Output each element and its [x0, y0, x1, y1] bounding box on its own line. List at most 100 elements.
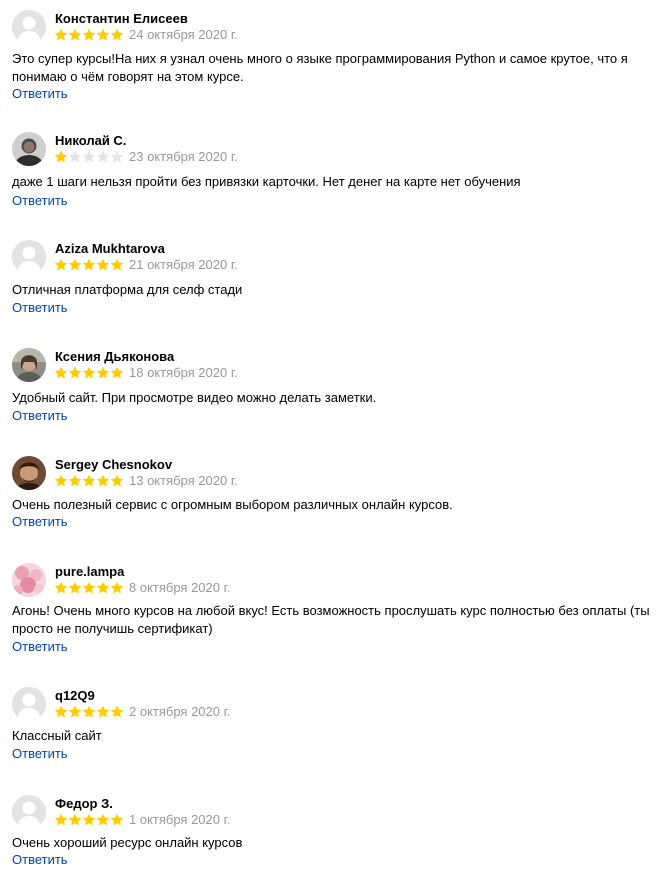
review-date: 21 октября 2020 г.: [129, 257, 238, 272]
review-meta: 24 октября 2020 г.: [54, 28, 238, 42]
star-filled-icon: [54, 150, 68, 164]
star-filled-icon: [82, 258, 96, 272]
review-meta: 2 октября 2020 г.: [54, 705, 230, 719]
star-empty-icon: [82, 150, 96, 164]
reviews-list: Константин Елисеев 24 октября 2020 г. Эт…: [0, 0, 669, 886]
review-author[interactable]: q12Q9: [55, 688, 95, 704]
star-empty-icon: [110, 150, 124, 164]
review-author[interactable]: Ксения Дьяконова: [55, 349, 174, 365]
default-avatar-icon[interactable]: [12, 795, 46, 829]
review-item: Sergey Chesnokov 13 октября 2020 г. Очен…: [12, 456, 657, 536]
review-text: Это супер курсы!На них я узнал очень мно…: [12, 51, 628, 84]
star-filled-icon: [96, 366, 110, 380]
reply-link[interactable]: Ответить: [12, 639, 68, 655]
star-filled-icon: [110, 474, 124, 488]
review-text: Очень полезный сервис с огромным выбором…: [12, 497, 453, 512]
star-filled-icon: [54, 705, 68, 719]
review-meta: 18 октября 2020 г.: [54, 366, 238, 380]
star-filled-icon: [68, 581, 82, 595]
rating-stars: [54, 258, 124, 272]
review-date: 23 октября 2020 г.: [129, 149, 238, 164]
review-item: Aziza Mukhtarova 21 октября 2020 г. Отли…: [12, 240, 657, 320]
review-text: Агонь! Очень много курсов на любой вкус!…: [12, 603, 650, 636]
rating-stars: [54, 28, 124, 42]
rating-stars: [54, 366, 124, 380]
default-avatar-icon[interactable]: [12, 10, 46, 44]
star-filled-icon: [96, 705, 110, 719]
review-date: 13 октября 2020 г.: [129, 473, 238, 488]
star-filled-icon: [82, 28, 96, 42]
star-filled-icon: [82, 474, 96, 488]
star-filled-icon: [82, 581, 96, 595]
star-filled-icon: [54, 258, 68, 272]
star-filled-icon: [54, 28, 68, 42]
review-date: 8 октября 2020 г.: [129, 580, 231, 595]
review-item: Федор З. 1 октября 2020 г. Очень хороший…: [12, 795, 657, 875]
review-text: Удобный сайт. При просмотре видео можно …: [12, 390, 377, 405]
review-item: Константин Елисеев 24 октября 2020 г. Эт…: [12, 10, 657, 105]
review-item: Ксения Дьяконова 18 октября 2020 г. Удоб…: [12, 348, 657, 428]
star-filled-icon: [82, 813, 96, 827]
review-item: pure.lampa 8 октября 2020 г. Агонь! Очен…: [12, 563, 657, 658]
star-filled-icon: [68, 366, 82, 380]
star-filled-icon: [96, 813, 110, 827]
rating-stars: [54, 150, 124, 164]
review-author[interactable]: Николай С.: [55, 133, 126, 149]
reply-link[interactable]: Ответить: [12, 408, 68, 424]
review-meta: 23 октября 2020 г.: [54, 150, 238, 164]
reply-link[interactable]: Ответить: [12, 852, 68, 868]
star-filled-icon: [68, 258, 82, 272]
rating-stars: [54, 474, 124, 488]
star-filled-icon: [54, 474, 68, 488]
review-text: Отличная платформа для селф стади: [12, 282, 243, 297]
star-filled-icon: [110, 705, 124, 719]
reply-link[interactable]: Ответить: [12, 86, 68, 102]
review-author[interactable]: pure.lampa: [55, 564, 124, 580]
review-text: Классный сайт: [12, 728, 102, 743]
review-meta: 21 октября 2020 г.: [54, 258, 238, 272]
star-filled-icon: [68, 474, 82, 488]
star-filled-icon: [96, 474, 110, 488]
star-empty-icon: [96, 150, 110, 164]
star-filled-icon: [110, 366, 124, 380]
reply-link[interactable]: Ответить: [12, 514, 68, 530]
rating-stars: [54, 813, 124, 827]
rating-stars: [54, 581, 124, 595]
review-item: q12Q9 2 октября 2020 г. Классный сайт От…: [12, 687, 657, 767]
review-author[interactable]: Федор З.: [55, 796, 113, 812]
review-meta: 8 октября 2020 г.: [54, 581, 230, 595]
review-author[interactable]: Aziza Mukhtarova: [55, 241, 165, 257]
review-date: 18 октября 2020 г.: [129, 365, 238, 380]
star-filled-icon: [68, 813, 82, 827]
star-filled-icon: [96, 258, 110, 272]
review-date: 2 октября 2020 г.: [129, 704, 231, 719]
star-filled-icon: [96, 28, 110, 42]
star-filled-icon: [110, 258, 124, 272]
user-avatar[interactable]: [12, 348, 46, 382]
star-filled-icon: [68, 705, 82, 719]
review-date: 1 октября 2020 г.: [129, 812, 231, 827]
default-avatar-icon[interactable]: [12, 687, 46, 721]
review-author[interactable]: Sergey Chesnokov: [55, 457, 172, 473]
reply-link[interactable]: Ответить: [12, 300, 68, 316]
review-meta: 13 октября 2020 г.: [54, 474, 238, 488]
review-author[interactable]: Константин Елисеев: [55, 11, 188, 27]
review-meta: 1 октября 2020 г.: [54, 813, 230, 827]
star-filled-icon: [68, 28, 82, 42]
star-filled-icon: [110, 581, 124, 595]
default-avatar-icon[interactable]: [12, 240, 46, 274]
star-filled-icon: [54, 366, 68, 380]
star-filled-icon: [82, 705, 96, 719]
review-item: Николай С. 23 октября 2020 г. даже 1 шаг…: [12, 132, 657, 212]
rating-stars: [54, 705, 124, 719]
review-text: Очень хороший ресурс онлайн курсов: [12, 835, 243, 850]
star-filled-icon: [110, 28, 124, 42]
user-avatar[interactable]: [12, 563, 46, 597]
user-avatar[interactable]: [12, 132, 46, 166]
user-avatar[interactable]: [12, 456, 46, 490]
review-text: даже 1 шаги нельзя пройти без привязки к…: [12, 174, 521, 189]
star-filled-icon: [110, 813, 124, 827]
reply-link[interactable]: Ответить: [12, 193, 68, 209]
star-filled-icon: [54, 581, 68, 595]
reply-link[interactable]: Ответить: [12, 746, 68, 762]
